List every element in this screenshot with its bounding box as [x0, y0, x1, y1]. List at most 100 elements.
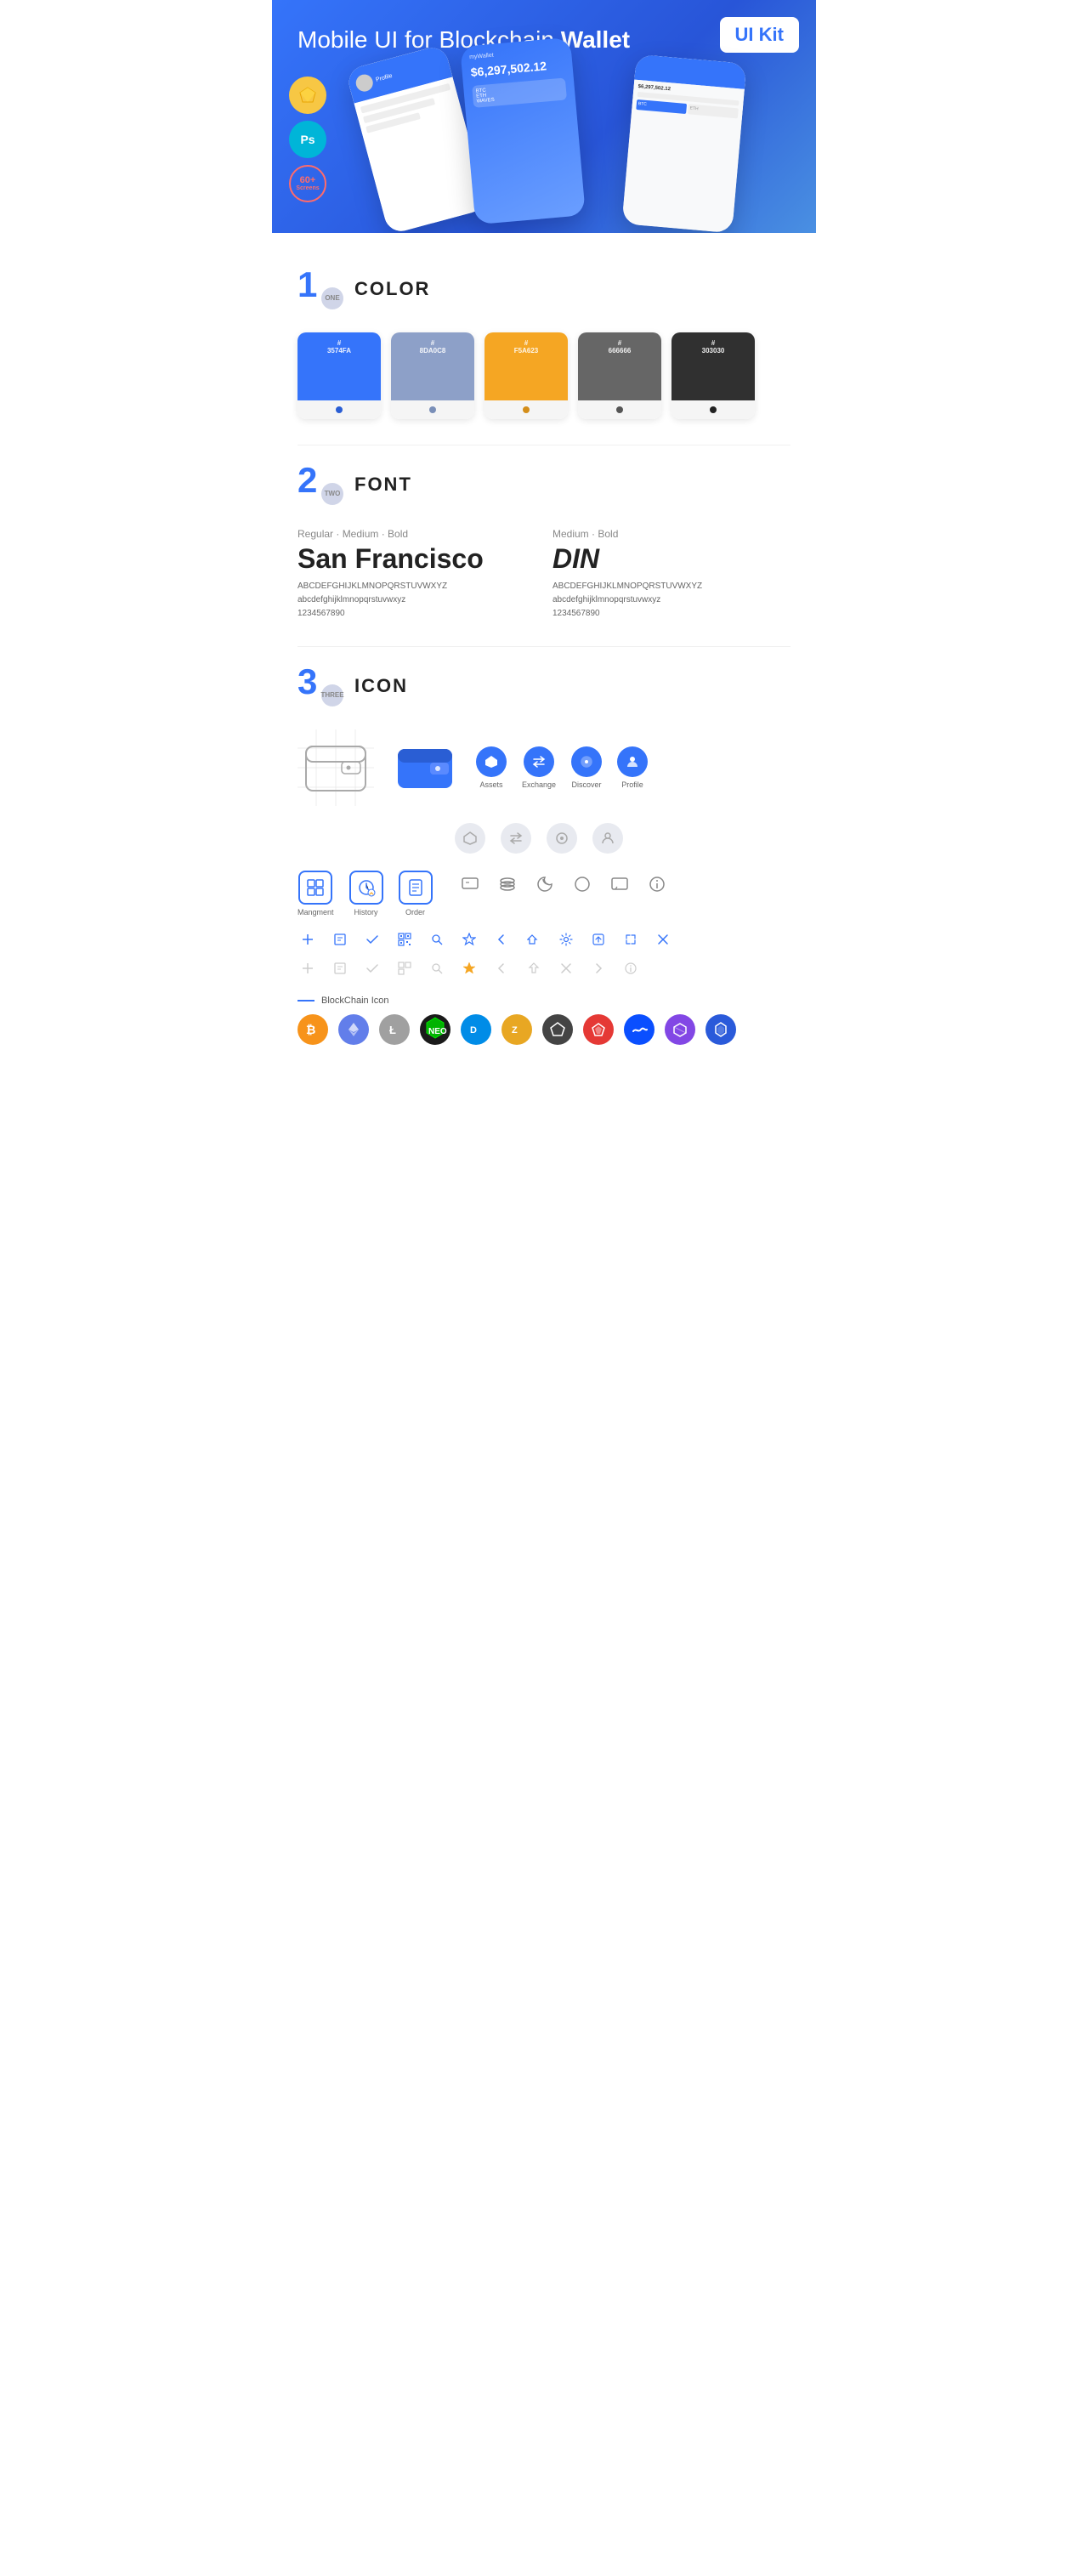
color-section-number: 1 ONE — [298, 267, 342, 311]
font-number-big: 2 — [298, 462, 317, 498]
history-label: History — [354, 908, 378, 916]
color-section-title: COLOR — [354, 278, 430, 300]
chevron-left-ghost-icon — [491, 958, 512, 979]
plus-ghost-icon — [298, 958, 318, 979]
assets-label: Assets — [479, 780, 502, 789]
message-icon — [606, 871, 633, 898]
font-san-francisco: Regular · Medium · Bold San Francisco AB… — [298, 528, 536, 621]
nav-assets: Assets — [476, 746, 507, 789]
close-icon — [653, 929, 673, 950]
color-swatches: #3574FA #8DA0C8 #F5A623 #666666 #303030 — [298, 332, 790, 419]
font-din: Medium · Bold DIN ABCDEFGHIJKLMNOPQRSTUV… — [552, 528, 790, 621]
check-ghost-icon — [362, 958, 382, 979]
profile-ghost-icon — [592, 823, 623, 854]
color-swatch-gray-blue: #8DA0C8 — [391, 332, 474, 419]
exchange-label: Exchange — [522, 780, 556, 789]
settings-icon — [556, 929, 576, 950]
nav-profile-ghost — [592, 823, 623, 854]
check-icon — [362, 929, 382, 950]
wallet-outline-icon — [298, 729, 374, 806]
star-filled-ghost-icon — [459, 958, 479, 979]
svg-text:₿: ₿ — [306, 1023, 315, 1036]
crypto-icons-row: ₿ Ł NEO D Z — [298, 1014, 790, 1045]
expand-icon — [620, 929, 641, 950]
profile-label: Profile — [621, 780, 643, 789]
nav-discover: Discover — [571, 746, 602, 789]
star-icon — [459, 929, 479, 950]
moon-icon — [531, 871, 558, 898]
info-ghost-icon — [620, 958, 641, 979]
phone-mockups: Profile myWallet $6,297,502.12 BTC ETH W… — [298, 63, 790, 216]
management-icon — [298, 871, 332, 905]
layers-icon — [494, 871, 521, 898]
sf-uppercase: ABCDEFGHIJKLMNOPQRSTUVWXYZ abcdefghijklm… — [298, 580, 536, 621]
history-icon — [349, 871, 383, 905]
litecoin-icon: Ł — [379, 1014, 410, 1045]
hero-title-bold: Wallet — [561, 26, 630, 53]
assets-ghost-icon — [455, 823, 485, 854]
waves-icon — [624, 1014, 654, 1045]
history-icon-box: History — [349, 871, 383, 916]
chevron-left-icon — [491, 929, 512, 950]
blockchain-label: BlockChain Icon — [321, 996, 389, 1006]
qr-ghost-icon — [394, 958, 415, 979]
icon-number-label: THREE — [321, 684, 343, 706]
ethereum-icon — [338, 1014, 369, 1045]
forward-ghost-icon — [588, 958, 609, 979]
order-icon-box: Order — [399, 871, 433, 916]
color-number-big: 1 — [298, 267, 317, 303]
exchange-icon — [524, 746, 554, 777]
share-icon — [524, 929, 544, 950]
font-section-title: FONT — [354, 474, 412, 496]
management-icon-box: Mangment — [298, 871, 334, 916]
neo-icon: NEO — [420, 1014, 450, 1045]
svg-text:Z: Z — [512, 1025, 518, 1036]
din-font-name: DIN — [552, 543, 790, 575]
close-x-ghost-icon — [556, 958, 576, 979]
search-icon — [427, 929, 447, 950]
zcash-icon: Z — [502, 1014, 532, 1045]
icon-number-big: 3 — [298, 664, 317, 700]
nav-icon-group-active: Assets Exchange Discover Profile — [476, 746, 648, 789]
plus-icon — [298, 929, 318, 950]
icon-section-number: 3 THREE — [298, 664, 342, 708]
search-ghost-icon — [427, 958, 447, 979]
color-swatch-gray: #666666 — [578, 332, 661, 419]
assets-icon — [476, 746, 507, 777]
management-label: Mangment — [298, 908, 334, 916]
info-icon — [643, 871, 671, 898]
ark-icon — [583, 1014, 614, 1045]
color-swatch-orange: #F5A623 — [484, 332, 568, 419]
phone-middle: myWallet $6,297,502.12 BTC ETH WAVES — [460, 37, 586, 224]
discover-ghost-icon — [547, 823, 577, 854]
icon-main-row: Assets Exchange Discover Profile — [298, 729, 790, 806]
discover-label: Discover — [572, 780, 602, 789]
font-grid: Regular · Medium · Bold San Francisco AB… — [298, 528, 790, 621]
color-section-header: 1 ONE COLOR — [298, 267, 790, 311]
svg-text:NEO: NEO — [428, 1027, 447, 1036]
matic-icon — [665, 1014, 695, 1045]
iota-icon — [542, 1014, 573, 1045]
sf-style-label: Regular · Medium · Bold — [298, 528, 536, 540]
exchange-ghost-icon — [501, 823, 531, 854]
edit-ghost-icon — [330, 958, 350, 979]
nav-discover-ghost — [547, 823, 577, 854]
font-section-number: 2 TWO — [298, 462, 342, 507]
color-number-label: ONE — [321, 287, 343, 309]
misc-symbols-row — [456, 871, 671, 898]
edit-icon — [330, 929, 350, 950]
app-icon-row: Mangment History Order — [298, 871, 790, 916]
icon-section-title: ICON — [354, 675, 408, 697]
upload-icon — [588, 929, 609, 950]
svg-text:D: D — [470, 1025, 477, 1036]
svg-text:Ł: Ł — [389, 1024, 396, 1036]
sf-font-name: San Francisco — [298, 543, 536, 575]
blockchain-label-row: BlockChain Icon — [298, 996, 790, 1006]
din-style-label: Medium · Bold — [552, 528, 790, 540]
main-content: 1 ONE COLOR #3574FA #8DA0C8 #F5A623 #666… — [272, 233, 816, 1070]
circle-icon — [569, 871, 596, 898]
chat-icon — [456, 871, 484, 898]
hero-section: Mobile UI for Blockchain Wallet UI Kit P… — [272, 0, 816, 233]
nav-profile: Profile — [617, 746, 648, 789]
bitcoin-icon: ₿ — [298, 1014, 328, 1045]
